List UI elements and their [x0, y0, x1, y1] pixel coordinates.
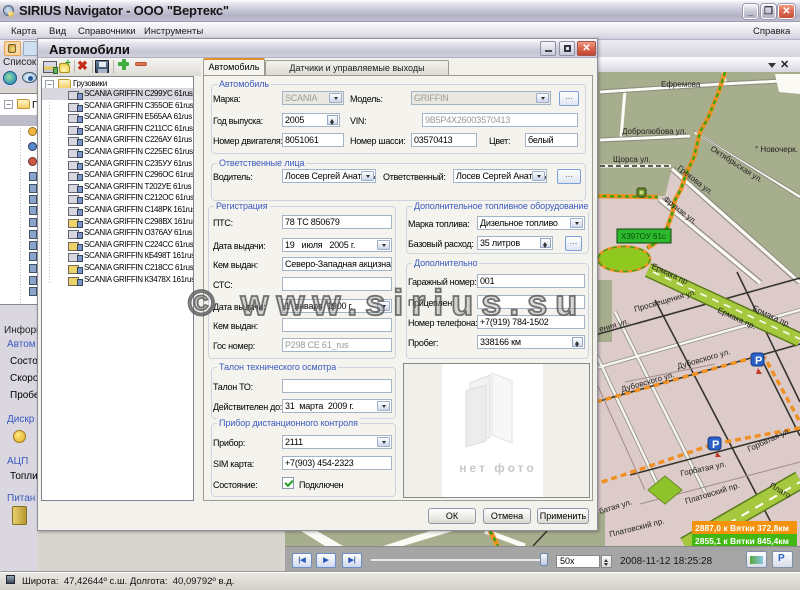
svg-text:Ефремова: Ефремова — [661, 80, 701, 89]
svg-text:Щорса ул.: Щорса ул. — [613, 155, 651, 164]
svg-text:Х397ОУ 61с: Х397ОУ 61с — [621, 232, 666, 241]
svg-text:2887,0 к Вятки 372,8км: 2887,0 к Вятки 372,8км — [695, 523, 789, 533]
svg-text:2855,1 к Вятки 845,4км: 2855,1 к Вятки 845,4км — [695, 536, 789, 546]
svg-text:° Новочерк.: ° Новочерк. — [755, 145, 798, 154]
svg-text:Добролюбова ул.: Добролюбова ул. — [622, 127, 687, 136]
svg-text:P: P — [755, 355, 762, 367]
svg-text:P: P — [712, 439, 719, 451]
